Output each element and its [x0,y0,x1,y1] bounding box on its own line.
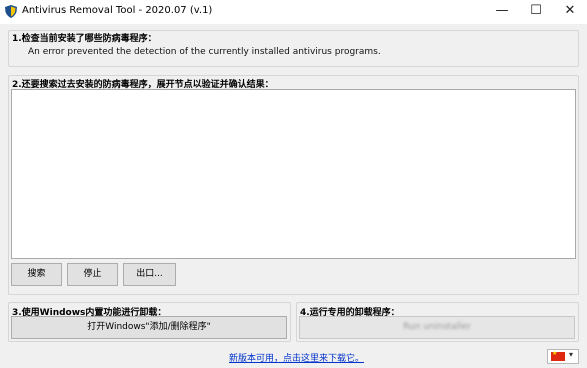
run-uninstaller-label: Run uninstaller [403,322,471,332]
step1-label: 1.检查当前安装了哪些防病毒程序： [12,34,157,44]
china-flag-icon: ★ [551,350,565,361]
open-add-remove-programs-button[interactable]: 打开Windows"添加/删除程序" [11,316,287,339]
stop-button[interactable]: 停止 [67,263,118,286]
close-button[interactable]: ✕ [553,0,587,24]
search-button[interactable]: 搜索 [11,263,62,286]
title-bar: Antivirus Removal Tool - 2020.07 (v.1) —… [0,0,587,24]
minimize-button[interactable]: — [485,0,519,24]
new-version-link[interactable]: 新版本可用，点击这里来下载它。 [229,351,364,364]
export-button[interactable]: 出口... [123,263,176,286]
maximize-button[interactable]: ☐ [519,0,553,24]
shield-icon [5,5,17,18]
search-results-tree[interactable] [11,89,576,259]
language-selector[interactable]: ★ ▾ [547,349,579,364]
detection-error-message: An error prevented the detection of the … [28,47,381,57]
chevron-down-icon: ▾ [569,350,574,359]
run-uninstaller-button: Run uninstaller [299,316,575,339]
window-title: Antivirus Removal Tool - 2020.07 (v.1) [22,5,213,16]
